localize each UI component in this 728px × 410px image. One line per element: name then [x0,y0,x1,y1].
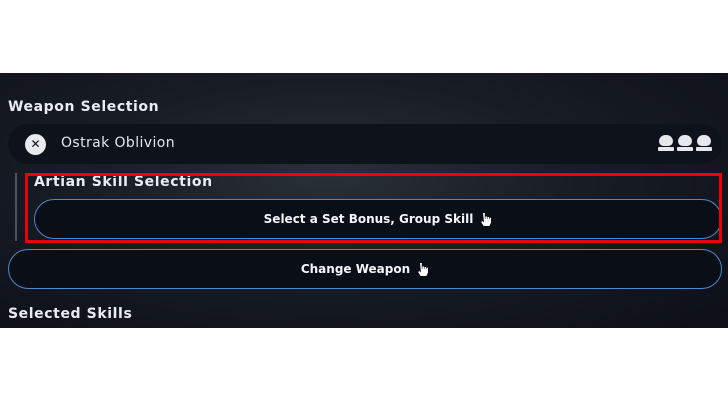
selected-skills-title: Selected Skills [8,306,133,322]
weapon-name: Ostrak Oblivion [61,135,175,151]
change-weapon-label: Change Weapon [300,262,411,276]
trophy-icon [658,135,674,152]
close-icon[interactable]: ✕ [25,134,46,155]
weapon-panel: Weapon Selection ✕ Ostrak Oblivion Artia… [0,73,728,328]
trophy-icon [696,135,712,152]
artian-skill-title: Artian Skill Selection [34,174,213,190]
weapon-tiers [658,135,712,152]
selected-weapon-row[interactable]: ✕ Ostrak Oblivion [8,124,722,164]
pointer-hand-icon [418,263,429,276]
section-divider [15,173,17,241]
select-set-bonus-label: Select a Set Bonus, Group Skill [263,212,474,226]
weapon-selection-title: Weapon Selection [8,99,160,115]
select-set-bonus-button[interactable]: Select a Set Bonus, Group Skill [34,199,722,239]
trophy-icon [677,135,693,152]
pointer-hand-icon [481,213,492,226]
change-weapon-button[interactable]: Change Weapon [8,249,722,289]
